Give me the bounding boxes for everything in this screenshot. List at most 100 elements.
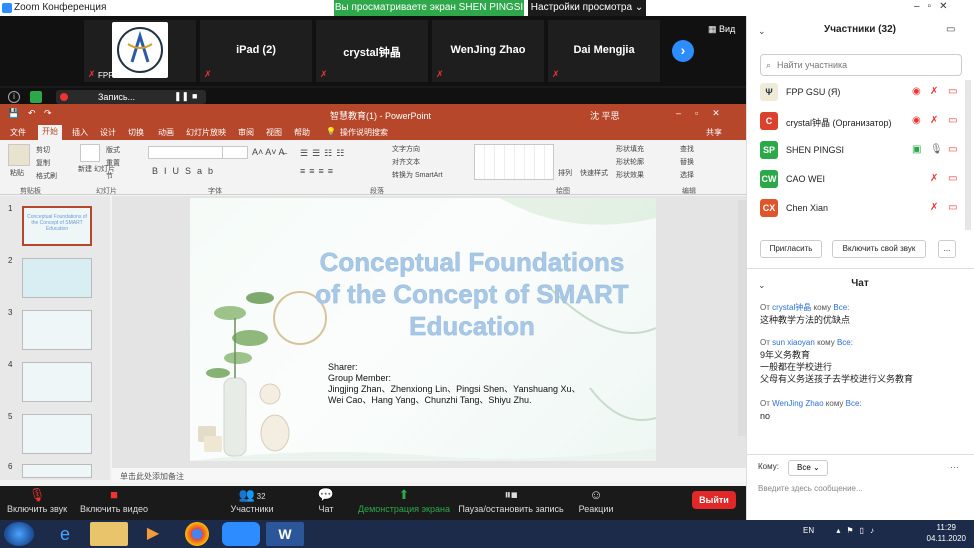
tab-insert[interactable]: 插入	[72, 127, 88, 138]
tab-slideshow[interactable]: 幻灯片放映	[186, 127, 226, 138]
slide-thumbnail[interactable]	[22, 414, 92, 454]
chrome-icon[interactable]	[185, 522, 209, 546]
tray-icons[interactable]: ▴⚑▯♪	[836, 526, 880, 535]
align-buttons[interactable]: ≡≡≡≡	[300, 166, 337, 176]
vertical-scrollbar[interactable]	[738, 200, 746, 436]
slide-body-text[interactable]: Sharer: Group Member: Jingjing Zhan、Zhen…	[328, 362, 581, 406]
text-direction-button[interactable]: 文字方向	[392, 144, 420, 154]
start-button[interactable]	[4, 522, 34, 546]
tell-me-search[interactable]: 操作说明搜索	[340, 127, 388, 138]
meta-from-prefix: От	[760, 303, 770, 312]
tab-file[interactable]: 文件	[10, 127, 26, 138]
new-slide-icon[interactable]	[80, 144, 100, 162]
tab-review[interactable]: 审阅	[238, 127, 254, 138]
leave-button[interactable]: Выйти	[692, 491, 736, 509]
tab-view[interactable]: 视图	[266, 127, 282, 138]
slide-thumbnail[interactable]	[22, 464, 92, 478]
shield-icon[interactable]	[30, 91, 42, 103]
chat-message-input[interactable]: Введите здесь сообщение...	[758, 484, 863, 493]
undo-icon[interactable]: ↶	[28, 108, 36, 119]
section-button[interactable]: 节	[106, 171, 113, 181]
slide-thumbnail[interactable]: Conceptual Foundations of the Concept of…	[22, 206, 92, 246]
reactions-button[interactable]: ☺ Реакции	[576, 486, 616, 520]
tab-transitions[interactable]: 切换	[128, 127, 144, 138]
video-tile[interactable]: WenJing Zhao ✗	[432, 20, 544, 82]
start-video-button[interactable]: ■ Включить видео	[76, 486, 152, 520]
participants-scrollbar[interactable]	[965, 80, 971, 230]
participant-row[interactable]: SP SHEN PINGSI ▣ 🎙 ▭	[746, 136, 974, 165]
reset-button[interactable]: 重置	[106, 158, 120, 168]
file-explorer-icon[interactable]	[90, 522, 128, 546]
window-controls[interactable]: –▫✕	[914, 1, 956, 12]
info-icon[interactable]: i	[8, 91, 20, 103]
unmute-self-button[interactable]: Включить свой звук	[832, 240, 926, 258]
chat-recipient-select[interactable]: Все ⌄	[788, 460, 828, 476]
redo-icon[interactable]: ↷	[44, 108, 52, 119]
participant-row[interactable]: CW CAO WEI ✗ ▭	[746, 165, 974, 194]
shape-effects-button[interactable]: 形状效果	[616, 170, 644, 180]
pause-icon[interactable]: ❚❚	[174, 91, 189, 102]
font-style-buttons[interactable]: BIUSab	[152, 166, 219, 176]
ppt-window-controls[interactable]: –▫✕	[676, 108, 734, 119]
smartart-button[interactable]: 转换为 SmartArt	[392, 170, 443, 180]
slide-title[interactable]: Conceptual Foundations of the Concept of…	[300, 246, 644, 342]
video-tile[interactable]: Dai Mengjia ✗	[548, 20, 660, 82]
ribbon-group-paragraph: 段落	[370, 188, 384, 195]
copy-button[interactable]: 复制	[36, 158, 50, 168]
video-tile[interactable]: ✗ FPP GSU	[84, 20, 196, 82]
view-button[interactable]: ▦ Вид	[708, 24, 735, 35]
chat-button[interactable]: 💬 Чат	[310, 486, 342, 520]
ie-icon[interactable]: e	[46, 522, 84, 546]
meta-from-prefix: От	[760, 338, 770, 347]
slide-thumbnail[interactable]	[22, 258, 92, 298]
notes-pane[interactable]: 单击此处添加备注	[112, 468, 746, 482]
participant-row[interactable]: C crystal钟晶 (Организатор) ◉ ✗ ▭	[746, 107, 974, 136]
participant-row[interactable]: Ψ FPP GSU (Я) ◉ ✗ ▭	[746, 78, 974, 107]
more-button[interactable]: ...	[938, 240, 956, 258]
cut-button[interactable]: 剪切	[36, 145, 50, 155]
replace-button[interactable]: 替换	[680, 157, 694, 167]
panel-options-icon[interactable]: ▭	[946, 24, 955, 35]
view-settings-button[interactable]: Настройки просмотра ⌄	[528, 0, 646, 16]
media-player-icon[interactable]: ▶	[134, 522, 172, 546]
chat-more-icon[interactable]: ···	[950, 462, 959, 472]
align-text-button[interactable]: 对齐文本	[392, 157, 420, 167]
shape-outline-button[interactable]: 形状轮廓	[616, 157, 644, 167]
tab-help[interactable]: 帮助	[294, 127, 310, 138]
participants-button[interactable]: 👥 32 Участники	[228, 486, 276, 520]
arrange-button[interactable]: 排列	[558, 168, 572, 178]
tab-design[interactable]: 设计	[100, 127, 116, 138]
unmute-button[interactable]: 🎙 Включить звук	[4, 486, 70, 520]
share-screen-button[interactable]: ⬆ Демонстрация экрана	[358, 486, 450, 520]
stop-icon[interactable]: ■	[192, 91, 197, 101]
paste-icon[interactable]	[8, 144, 30, 166]
font-size-buttons[interactable]: A˄ A˅ A̶	[252, 147, 285, 157]
format-painter-button[interactable]: 格式刷	[36, 171, 57, 181]
video-tile[interactable]: crystal钟晶 ✗	[316, 20, 428, 82]
system-clock[interactable]: 11:29 04.11.2020	[927, 522, 966, 544]
shapes-gallery[interactable]	[474, 144, 554, 180]
zoom-taskbar-icon[interactable]	[222, 522, 260, 546]
word-icon[interactable]: W	[266, 522, 304, 546]
find-button[interactable]: 查找	[680, 144, 694, 154]
tab-home[interactable]: 开始	[38, 125, 62, 140]
list-buttons[interactable]: ☰☰☷☷	[300, 148, 348, 159]
slide-thumbnail[interactable]	[22, 310, 92, 350]
font-size-select[interactable]	[222, 146, 248, 159]
shape-fill-button[interactable]: 形状填充	[616, 144, 644, 154]
participant-search-input[interactable]: ⌕ Найти участника	[760, 54, 962, 76]
pause-stop-recording-button[interactable]: ⏸⏹ Пауза/остановить запись	[458, 486, 564, 520]
layout-button[interactable]: 版式	[106, 145, 120, 155]
next-page-button[interactable]: ›	[672, 40, 694, 62]
participant-row[interactable]: CX Chen Xian ✗ ▭	[746, 194, 974, 223]
share-button[interactable]: 共享	[706, 127, 722, 138]
quick-styles-button[interactable]: 快速样式	[580, 168, 608, 178]
tab-animations[interactable]: 动画	[158, 127, 174, 138]
slide-body-line: Sharer:	[328, 362, 358, 372]
save-icon[interactable]: 💾	[8, 108, 19, 119]
select-button[interactable]: 选择	[680, 170, 694, 180]
slide-thumbnail[interactable]	[22, 362, 92, 402]
language-indicator[interactable]: EN	[803, 526, 814, 535]
video-tile[interactable]: iPad (2) ✗	[200, 20, 312, 82]
invite-button[interactable]: Пригласить	[760, 240, 822, 258]
